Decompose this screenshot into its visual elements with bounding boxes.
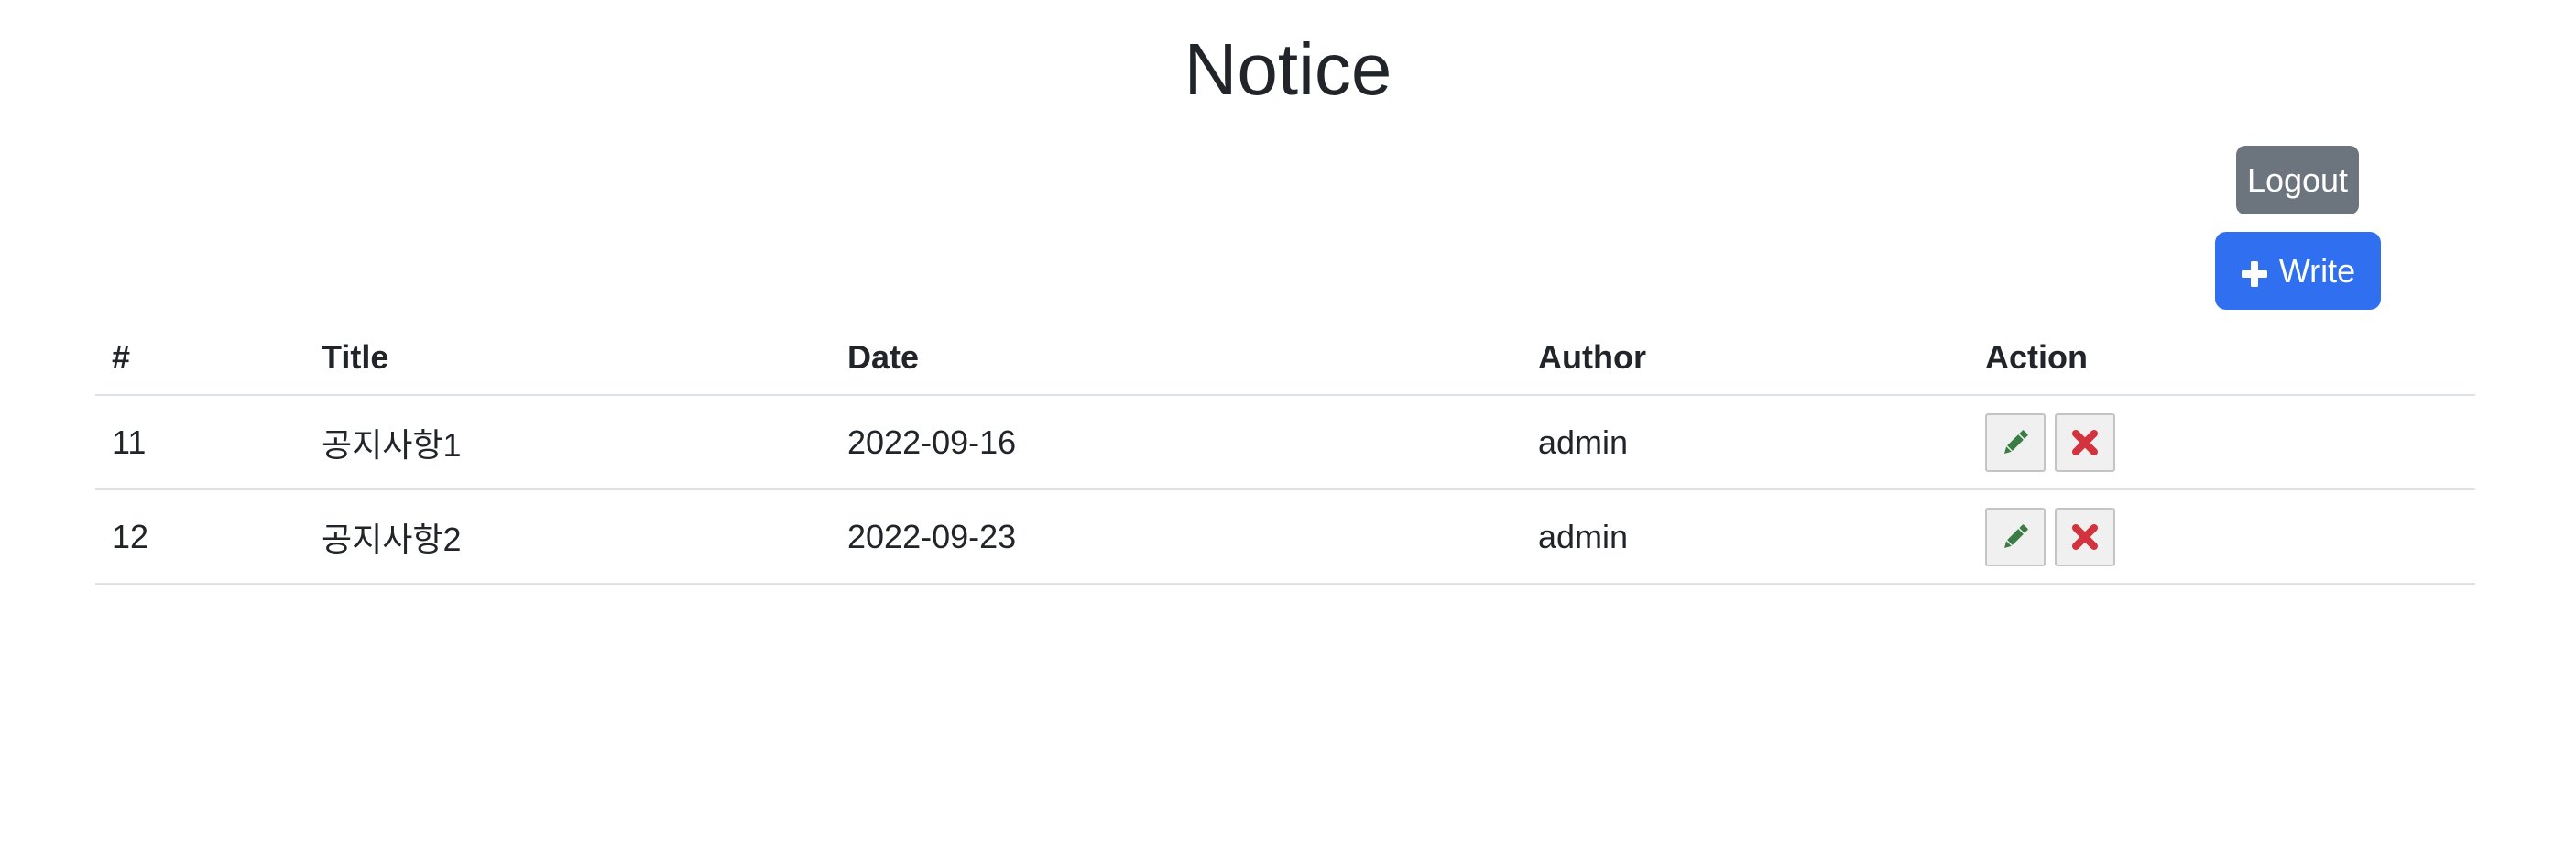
- row-number: 12: [112, 517, 149, 555]
- row-author: admin: [1538, 517, 1629, 555]
- edit-button[interactable]: [1985, 507, 2046, 566]
- row-date: 2022-09-16: [847, 423, 1017, 461]
- notice-page: Notice Logout Write # Title Date Author …: [0, 0, 2576, 867]
- row-date: 2022-09-23: [847, 517, 1017, 555]
- row-title[interactable]: 공지사항2: [322, 490, 462, 583]
- logout-button[interactable]: Logout: [2236, 146, 2359, 214]
- x-icon: [2072, 429, 2098, 455]
- x-icon: [2072, 523, 2098, 550]
- header-author: Author: [1538, 338, 1646, 376]
- write-button-label: Write: [2278, 251, 2356, 290]
- row-author: admin: [1538, 423, 1629, 461]
- pencil-icon: [2003, 523, 2028, 548]
- row-actions: [1985, 490, 2124, 583]
- table-header-row: # Title Date Author Action: [95, 321, 2475, 396]
- header-number: #: [112, 338, 131, 376]
- header-date: Date: [847, 338, 920, 376]
- page-title: Notice: [1184, 28, 1392, 110]
- row-actions: [1985, 396, 2124, 488]
- row-title[interactable]: 공지사항1: [322, 396, 462, 488]
- delete-button[interactable]: [2055, 412, 2115, 472]
- row-number: 11: [112, 423, 147, 461]
- logout-button-label: Logout: [2246, 160, 2349, 199]
- edit-button[interactable]: [1985, 412, 2046, 472]
- delete-button[interactable]: [2055, 507, 2115, 566]
- header-title: Title: [322, 338, 389, 376]
- table-row: 11 공지사항1 2022-09-16 admin: [95, 396, 2475, 490]
- write-button[interactable]: Write: [2215, 232, 2381, 310]
- header-action: Action: [1985, 338, 2088, 376]
- notice-table: # Title Date Author Action 11 공지사항1 2022…: [95, 321, 2475, 585]
- table-row: 12 공지사항2 2022-09-23 admin: [95, 490, 2475, 585]
- plus-icon: [2241, 258, 2268, 287]
- pencil-icon: [2003, 429, 2028, 454]
